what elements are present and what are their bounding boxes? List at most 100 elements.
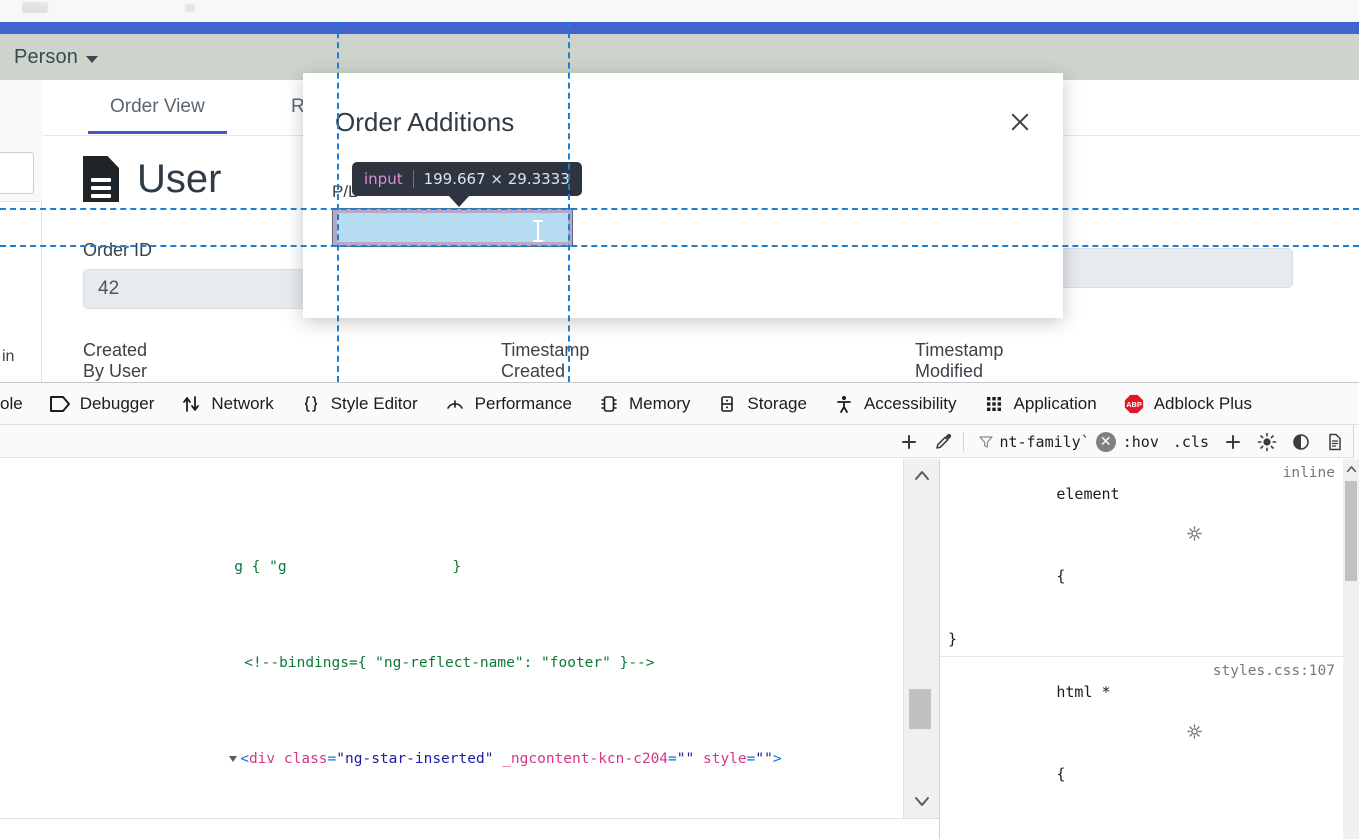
rule-selector[interactable]: element — [1056, 485, 1119, 503]
page-title-row: User — [83, 156, 221, 202]
close-icon[interactable] — [1007, 109, 1033, 135]
tab-order-view-label: Order View — [110, 96, 205, 117]
element-size-tooltip: input 199.667 × 29.3333 — [352, 162, 582, 196]
devtools-tab-adblock-plus[interactable]: ABP Adblock Plus — [1110, 383, 1265, 425]
rule-element-inline[interactable]: element { inline } — [940, 459, 1359, 657]
left-rail-text: in — [2, 348, 14, 366]
rules-pane: element { inline } html * — [940, 459, 1359, 839]
markup-attr-value: ng-star-inserted — [345, 751, 485, 767]
debugger-icon — [49, 393, 71, 415]
left-rail-box[interactable] — [0, 152, 34, 194]
chrome-decoration-2 — [185, 4, 195, 12]
devtools-tab-memory-label: Memory — [629, 394, 690, 414]
browser-chrome-strip — [0, 0, 1359, 22]
devtools-tab-network-label: Network — [211, 394, 273, 414]
label-timestamp-modified: Timestamp Modified — [915, 340, 1003, 382]
devtools-tab-performance-label: Performance — [475, 394, 572, 414]
scroll-up-icon[interactable] — [1344, 461, 1358, 477]
left-rail: in — [0, 80, 42, 382]
rule-selector-line: element { inline — [948, 463, 1349, 629]
rule-declaration[interactable]: font-family: "Nunito"; — [948, 827, 1349, 839]
chevron-down-icon — [86, 56, 98, 63]
clear-circle-icon[interactable]: ✕ — [1096, 432, 1116, 452]
gear-icon[interactable] — [1060, 703, 1075, 718]
devtools-tabbar: ole Debugger Network — [0, 383, 1359, 425]
markup-partial-text: g { "g } — [234, 559, 461, 575]
accessibility-icon — [833, 393, 855, 415]
devtools-tab-storage[interactable]: Storage — [703, 383, 820, 425]
gear-icon[interactable] — [1060, 505, 1075, 520]
gauge-icon — [444, 393, 466, 415]
add-rule-button[interactable] — [1216, 425, 1250, 458]
devtools-tab-application-label: Application — [1014, 394, 1097, 414]
document-icon — [83, 156, 119, 202]
devtools-tab-debugger[interactable]: Debugger — [36, 383, 168, 425]
tooltip-tag-name: input — [364, 170, 403, 188]
devtools-tab-adblock-plus-label: Adblock Plus — [1154, 394, 1252, 414]
toolbar-divider — [963, 432, 964, 452]
app-top-accent-bar — [0, 22, 1359, 34]
sun-icon[interactable] — [1250, 425, 1284, 458]
tooltip-dimensions: 199.667 × 29.3333 — [424, 170, 570, 188]
devtools-subtoolbar-actions: nt-family` ✕ :hov .cls — [892, 425, 1359, 458]
scroll-up-icon[interactable] — [912, 465, 932, 487]
rule-selector[interactable]: html * — [1056, 683, 1110, 701]
markup-code: g { "g } <!--bindings={ "ng-reflect-name… — [0, 459, 903, 818]
svg-text:ABP: ABP — [1126, 399, 1142, 408]
person-menu-label: Person — [14, 46, 78, 69]
devtools-tab-performance[interactable]: Performance — [431, 383, 585, 425]
moon-icon[interactable] — [1284, 425, 1318, 458]
devtools-tab-console-label: ole — [0, 394, 23, 414]
devtools-main: g { "g } <!--bindings={ "ng-reflect-name… — [0, 459, 1359, 839]
markup-breadcrumb-bar[interactable] — [0, 818, 939, 839]
modal-title: Order Additions — [335, 107, 514, 138]
devtools-tab-memory[interactable]: Memory — [585, 383, 703, 425]
label-timestamp-created: Timestamp Created — [501, 340, 589, 382]
markup-line[interactable]: g { "g } — [0, 531, 903, 555]
grid-icon — [983, 393, 1005, 415]
cls-button[interactable]: .cls — [1166, 433, 1216, 451]
expand-triangle-icon[interactable] — [229, 756, 237, 762]
markup-comment: <!--bindings={ "ng-reflect-name": "foote… — [244, 655, 654, 671]
markup-tag: div — [249, 751, 275, 767]
hov-button[interactable]: :hov — [1116, 433, 1166, 451]
scrollbar-thumb[interactable] — [909, 689, 931, 729]
markup-line[interactable]: <!--bindings={ "ng-reflect-name": "foote… — [0, 627, 903, 651]
label-created-by-user: Created By User — [83, 340, 147, 382]
person-menu-button[interactable]: Person — [14, 46, 98, 69]
eyedropper-icon[interactable] — [926, 425, 960, 458]
scroll-down-icon[interactable] — [912, 790, 932, 812]
markup-scroll-area: g { "g } <!--bindings={ "ng-reflect-name… — [0, 459, 903, 818]
markup-line[interactable]: <div class="ng-star-inserted" _ngcontent… — [0, 723, 903, 747]
devtools-tab-style-editor[interactable]: Style Editor — [287, 383, 431, 425]
devtools-tab-application[interactable]: Application — [970, 383, 1110, 425]
devtools-tab-style-editor-label: Style Editor — [331, 394, 418, 414]
style-filter-input[interactable]: nt-family` — [967, 430, 1095, 454]
devtools-tab-accessibility-label: Accessibility — [864, 394, 957, 414]
network-icon — [180, 393, 202, 415]
rule-close-brace: } — [948, 629, 1349, 650]
devtools-tab-accessibility[interactable]: Accessibility — [820, 383, 970, 425]
page-icon[interactable] — [1318, 425, 1352, 458]
rule-source-link[interactable]: inline — [1283, 463, 1335, 484]
devtools-tab-debugger-label: Debugger — [80, 394, 155, 414]
devtools-tab-storage-label: Storage — [747, 394, 807, 414]
storage-icon — [716, 393, 738, 415]
rule-selector-line: html * { styles.css:107 — [948, 661, 1349, 827]
devtools-tab-console[interactable]: ole — [0, 383, 36, 425]
scrollbar-thumb[interactable] — [1345, 481, 1357, 581]
rules-vertical-scrollbar[interactable] — [1343, 459, 1359, 839]
rule-html-star[interactable]: html * { styles.css:107 font-family: "Nu… — [940, 657, 1359, 839]
tooltip-separator — [413, 170, 414, 188]
tab-order-view[interactable]: Order View — [110, 96, 205, 134]
add-node-button[interactable] — [892, 425, 926, 458]
abp-icon: ABP — [1123, 393, 1145, 415]
markup-vertical-scrollbar[interactable] — [903, 459, 939, 818]
markup-pane: g { "g } <!--bindings={ "ng-reflect-name… — [0, 459, 940, 839]
highlighted-input-element[interactable] — [333, 209, 572, 246]
rule-source-link[interactable]: styles.css:107 — [1213, 661, 1335, 682]
devtools-tab-network[interactable]: Network — [167, 383, 286, 425]
subtoolbar-right-edge — [1353, 425, 1359, 458]
devtools-subtoolbar: nt-family` ✕ :hov .cls — [0, 425, 1359, 458]
chrome-decoration — [22, 2, 48, 13]
